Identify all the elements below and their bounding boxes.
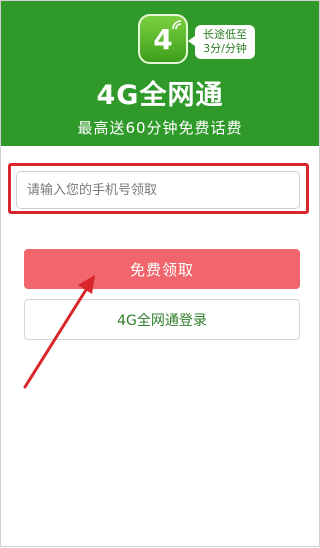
annotation-arrow — [23, 275, 95, 389]
